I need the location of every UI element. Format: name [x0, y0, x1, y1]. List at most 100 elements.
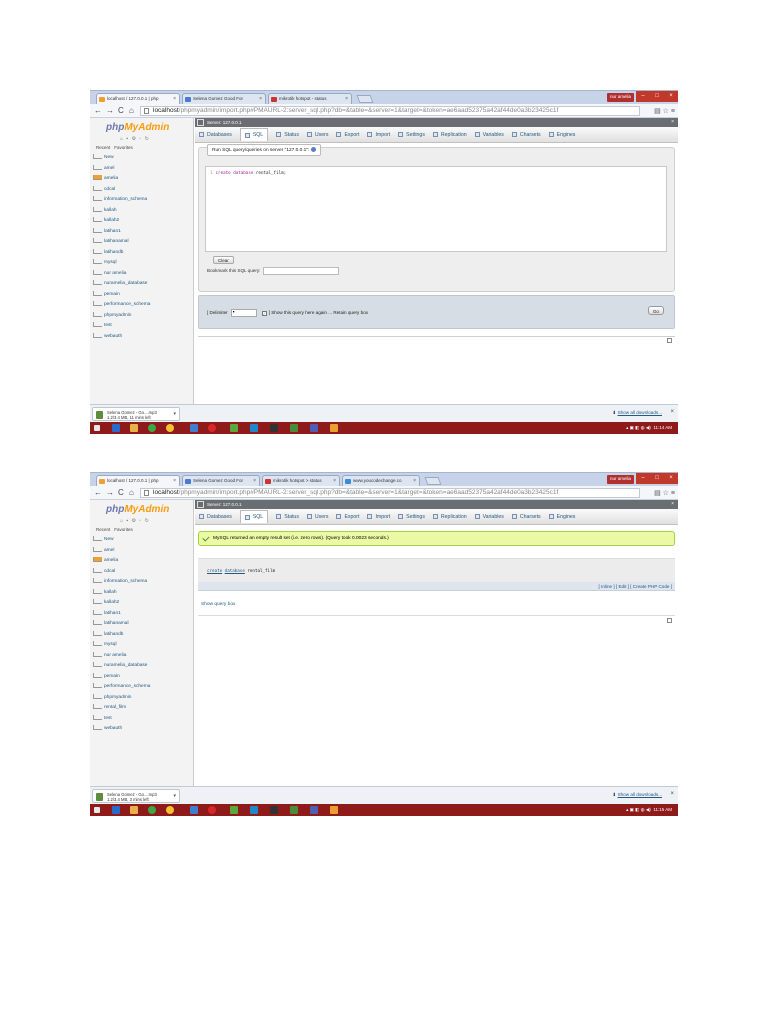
show-query-box-link[interactable]: Show query box — [201, 602, 235, 607]
close-icon[interactable]: × — [413, 478, 416, 484]
reload-icon[interactable]: C — [118, 106, 124, 115]
database-item[interactable]: amelia — [93, 556, 150, 567]
database-item[interactable]: test — [93, 321, 150, 332]
close-icon[interactable]: × — [670, 409, 674, 415]
console-icon[interactable] — [667, 618, 672, 623]
maximize-icon[interactable]: □ — [650, 91, 664, 102]
back-arrow-icon[interactable]: ← — [94, 106, 102, 115]
app-icon[interactable] — [230, 424, 238, 432]
chrome-icon[interactable] — [148, 424, 156, 432]
database-item[interactable]: phpmyadmin — [93, 693, 150, 704]
new-tab-button[interactable] — [356, 95, 374, 103]
database-item[interactable]: nuramelia_database — [93, 661, 150, 672]
app-icon[interactable] — [166, 424, 174, 432]
tab-settings[interactable]: Settings — [398, 514, 425, 520]
database-item[interactable]: information_schema — [93, 577, 150, 588]
help-icon[interactable] — [311, 147, 317, 152]
tab-users[interactable]: Users — [306, 132, 328, 138]
tab-engines[interactable]: Engines — [548, 514, 575, 520]
bookmark-star-icon[interactable]: ▤ ☆ ≡ — [654, 489, 675, 497]
database-item[interactable]: kallah2 — [93, 216, 150, 227]
chevron-down-icon[interactable]: ▾ — [173, 412, 176, 417]
close-icon[interactable]: × — [173, 96, 176, 102]
recent-tab[interactable]: Recent — [96, 527, 110, 532]
show-query-checkbox[interactable]: ✓ — [261, 310, 267, 316]
database-item[interactable]: pemain — [93, 672, 150, 683]
back-arrow-icon[interactable]: ← — [94, 488, 102, 497]
teamviewer-icon[interactable] — [250, 806, 258, 814]
tab-status[interactable]: Status — [276, 514, 299, 520]
clear-button[interactable]: Clear — [213, 256, 234, 264]
database-item[interactable]: phpmyadmin — [93, 311, 150, 322]
database-item[interactable]: latihanamal — [93, 237, 150, 248]
tab-users[interactable]: Users — [306, 514, 328, 520]
bookmark-input[interactable] — [263, 267, 340, 275]
pma-logo[interactable]: phpMyAdmin — [106, 122, 169, 133]
home-icon[interactable]: ⌂ — [129, 106, 134, 115]
close-icon[interactable]: × — [671, 118, 674, 127]
download-item[interactable]: Selena Gomez - Go....mp3 1.2/3.4 MB, 3 m… — [92, 789, 180, 803]
favorites-tab[interactable]: Favorites — [114, 527, 133, 532]
chevron-down-icon[interactable]: ▾ — [173, 794, 176, 799]
user-badge[interactable]: nur amelia — [606, 475, 634, 484]
database-item[interactable]: webauth — [93, 332, 150, 343]
maximize-icon[interactable]: □ — [650, 473, 664, 484]
tab-variables[interactable]: Variables — [474, 514, 504, 520]
close-window-icon[interactable]: × — [664, 91, 678, 102]
tab-status[interactable]: Status — [276, 132, 299, 138]
database-item[interactable]: cdcal — [93, 567, 150, 578]
sql-keyword-link[interactable]: database — [225, 568, 245, 573]
tab-import[interactable]: Import — [367, 514, 390, 520]
close-icon[interactable]: × — [345, 96, 348, 102]
tab-sql[interactable]: SQL — [239, 128, 269, 141]
server-label[interactable]: Server: 127.0.0.1 — [207, 502, 242, 507]
app-icon[interactable] — [330, 424, 338, 432]
close-icon[interactable]: × — [333, 478, 336, 484]
download-item[interactable]: Selena Gomez - Go....mp3 1.2/3.4 MB, 11 … — [92, 407, 180, 421]
database-item[interactable]: amel — [93, 164, 150, 175]
database-item[interactable]: pemain — [93, 290, 150, 301]
app-icon[interactable] — [166, 806, 174, 814]
folder-icon[interactable] — [130, 806, 138, 814]
database-item[interactable]: latihandb — [93, 248, 150, 259]
home-icon[interactable]: ⌂ — [129, 488, 134, 497]
tab-engines[interactable]: Engines — [548, 132, 575, 138]
database-item[interactable]: test — [93, 714, 150, 725]
database-item[interactable]: kallah — [93, 588, 150, 599]
database-item[interactable]: latihandb — [93, 630, 150, 641]
ie-icon[interactable] — [112, 806, 120, 814]
system-tray[interactable]: ▴ ▣ ◧ ◍ ◀) 11:15 AM — [626, 806, 672, 814]
show-all-downloads[interactable]: ⬇ Show all downloads... — [612, 792, 662, 798]
favorites-tab[interactable]: Favorites — [114, 145, 133, 150]
tab-sql[interactable]: SQL — [239, 510, 269, 523]
database-item[interactable]: mysql — [93, 258, 150, 269]
sql-editor[interactable]: 1 create database rental_film; — [205, 166, 667, 252]
app-icon[interactable] — [230, 806, 238, 814]
database-item[interactable]: performance_schema — [93, 682, 150, 693]
new-database-item[interactable]: New — [93, 535, 150, 546]
ie-icon[interactable] — [112, 424, 120, 432]
tab-export[interactable]: Export — [336, 514, 359, 520]
tab-charsets[interactable]: Charsets — [511, 132, 541, 138]
go-button[interactable]: Go — [647, 306, 664, 315]
app-icon[interactable] — [330, 806, 338, 814]
tab-variables[interactable]: Variables — [474, 132, 504, 138]
excel-icon[interactable] — [290, 424, 298, 432]
database-item[interactable]: kallah — [93, 206, 150, 217]
database-item[interactable]: latihan1 — [93, 227, 150, 238]
database-item[interactable]: performance_schema — [93, 300, 150, 311]
database-item[interactable]: amel — [93, 546, 150, 557]
reload-icon[interactable]: C — [118, 488, 124, 497]
windows-start-icon[interactable] — [94, 807, 100, 813]
console-icon[interactable] — [667, 338, 672, 343]
folder-icon[interactable] — [130, 424, 138, 432]
windows-start-icon[interactable] — [94, 425, 100, 431]
app-icon[interactable] — [270, 806, 278, 814]
new-tab-button[interactable] — [424, 477, 442, 485]
nav-icons[interactable]: ⌂ ▪ ⚙ ▫ ↻ — [120, 518, 150, 524]
show-all-downloads-link[interactable]: Show all downloads... — [618, 410, 662, 415]
tab-databases[interactable]: Databases — [199, 132, 232, 138]
forward-arrow-icon[interactable]: → — [106, 488, 114, 497]
database-item[interactable]: latihanamal — [93, 619, 150, 630]
query-action-links[interactable]: [ Inline ] [ Edit ] [ Create PHP Code ] — [198, 582, 675, 591]
